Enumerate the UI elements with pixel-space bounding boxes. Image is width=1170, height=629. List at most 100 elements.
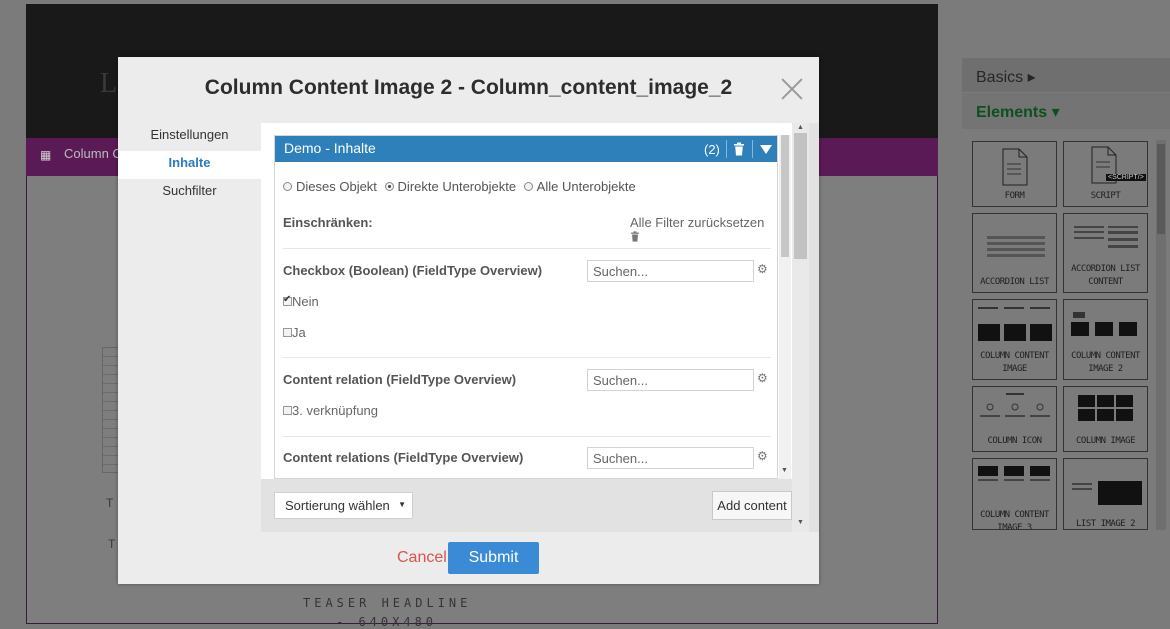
checkbox-icon[interactable] bbox=[283, 328, 292, 337]
tile-column-content-image[interactable]: COLUMN CONTENT IMAGE bbox=[972, 299, 1057, 380]
scroll-down-arrow-icon[interactable]: ▼ bbox=[797, 519, 804, 526]
collapse-caret-icon[interactable] bbox=[760, 145, 772, 154]
basics-label: Basics ▸ bbox=[976, 69, 1036, 86]
page-left-margin bbox=[0, 0, 26, 624]
filter-title: Content relations (FieldType Overview) bbox=[283, 450, 524, 465]
radio-button-selected-icon[interactable] bbox=[384, 182, 394, 191]
content-panel: Demo - Inhalte (2) Dieses Objekt Direkte… bbox=[274, 135, 778, 479]
checkbox-label: Ja bbox=[292, 325, 306, 340]
divider bbox=[283, 436, 771, 437]
tab-einstellungen[interactable]: Einstellungen bbox=[118, 123, 261, 151]
tile-label: ACCORDION LIST bbox=[980, 277, 1049, 287]
filter-search-input[interactable] bbox=[587, 260, 754, 282]
trash-icon bbox=[631, 231, 639, 242]
tile-label: FORM bbox=[1004, 191, 1025, 201]
checkbox-label: 3. verknüpfung bbox=[292, 403, 379, 418]
radio-direkte-unterobjekte[interactable]: Direkte Unterobjekte bbox=[384, 179, 516, 194]
column-content-image-preview bbox=[978, 307, 1052, 341]
column-image-preview bbox=[1078, 395, 1133, 421]
sidebar-scrollbar-thumb[interactable] bbox=[1157, 144, 1165, 234]
close-icon[interactable] bbox=[778, 75, 806, 103]
filter-option-verknuepfung[interactable]: 3. verknüpfung bbox=[283, 403, 378, 418]
filter-title: Checkbox (Boolean) (FieldType Overview) bbox=[283, 263, 543, 278]
scope-radio-group: Dieses Objekt Direkte Unterobjekte Alle … bbox=[283, 179, 640, 194]
list-image-2-preview bbox=[1072, 481, 1142, 505]
grid-icon: ▦ bbox=[40, 148, 52, 162]
tile-label: COLUMN CONTENT IMAGE bbox=[980, 351, 1049, 374]
accordion-list-preview bbox=[987, 236, 1045, 257]
reset-filters-link[interactable]: Alle Filter zurücksetzen bbox=[630, 215, 777, 245]
teaser-text-1: T bbox=[106, 496, 117, 510]
radio-alle-unterobjekte[interactable]: Alle Unterobjekte bbox=[523, 179, 636, 194]
tile-label: COLUMN IMAGE bbox=[1075, 436, 1136, 446]
filter-title: Content relation (FieldType Overview) bbox=[283, 372, 517, 387]
header-divider bbox=[752, 140, 753, 158]
filter-option-nein[interactable]: Nein bbox=[283, 294, 319, 309]
gear-icon[interactable]: ⚙ bbox=[757, 371, 768, 385]
panel-header[interactable]: Demo - Inhalte (2) bbox=[275, 136, 777, 162]
cancel-button[interactable]: Cancel bbox=[397, 549, 447, 567]
tile-column-icon[interactable]: COLUMN ICON bbox=[972, 386, 1057, 452]
tile-list-image-2[interactable]: LIST IMAGE 2 bbox=[1063, 458, 1148, 530]
sort-select-value: Sortierung wählen bbox=[285, 498, 390, 513]
tile-script[interactable]: <SCRIPT/> SCRIPT bbox=[1063, 141, 1148, 207]
element-toolbar-label: Column C bbox=[64, 146, 122, 161]
column-icon-preview bbox=[980, 393, 1050, 417]
checkbox-checked-icon[interactable] bbox=[283, 294, 292, 306]
accordion-list-content-preview bbox=[1074, 226, 1138, 248]
sort-select[interactable]: Sortierung wählen ▼ bbox=[274, 492, 413, 519]
radio-dieses-objekt[interactable]: Dieses Objekt bbox=[283, 179, 377, 194]
dropdown-arrow-icon: ▼ bbox=[398, 500, 406, 509]
restrict-heading: Einschränken: bbox=[283, 215, 373, 230]
teaser-text-2: T bbox=[108, 537, 116, 551]
tab-content: Demo - Inhalte (2) Dieses Objekt Direkte… bbox=[261, 123, 819, 532]
content-scrollbar-thumb[interactable] bbox=[794, 133, 807, 259]
dialog-tabs: Einstellungen Inhalte Suchfilter bbox=[118, 123, 261, 207]
gear-icon[interactable]: ⚙ bbox=[757, 262, 768, 276]
trash-icon[interactable] bbox=[733, 142, 745, 156]
panel-scrollbar[interactable]: ▼ bbox=[779, 135, 791, 479]
tab-suchfilter[interactable]: Suchfilter bbox=[118, 179, 261, 207]
add-content-button[interactable]: Add content bbox=[712, 491, 792, 520]
page-header-logo: L bbox=[100, 68, 118, 99]
tile-column-content-image-2[interactable]: COLUMN CONTENT IMAGE 2 bbox=[1063, 299, 1148, 380]
tile-accordion-list[interactable]: ACCORDION LIST bbox=[972, 213, 1057, 293]
checkbox-label: Nein bbox=[292, 294, 319, 309]
filter-option-ja[interactable]: Ja bbox=[283, 325, 306, 340]
basics-section-header[interactable]: Basics ▸ bbox=[962, 58, 1170, 92]
tile-label: COLUMN CONTENT IMAGE 3 bbox=[980, 510, 1049, 530]
elements-section-header[interactable]: Elements ▾ bbox=[962, 93, 1170, 129]
panel-title: Demo - Inhalte bbox=[284, 140, 376, 156]
content-scrollbar[interactable]: ▲ ▼ bbox=[792, 123, 809, 532]
submit-button[interactable]: Submit bbox=[448, 542, 539, 574]
divider bbox=[283, 357, 771, 358]
filter-search-input[interactable] bbox=[587, 447, 754, 469]
header-divider bbox=[726, 140, 727, 158]
panel-scrollbar-thumb[interactable] bbox=[781, 135, 789, 257]
radio-button-icon[interactable] bbox=[283, 182, 292, 191]
scroll-down-arrow-icon[interactable]: ▼ bbox=[781, 467, 788, 474]
column-content-image-2-preview bbox=[1071, 312, 1137, 336]
script-badge: <SCRIPT/> bbox=[1106, 174, 1146, 181]
tile-column-image[interactable]: COLUMN IMAGE bbox=[1063, 386, 1148, 452]
item-count-badge: (2) bbox=[704, 142, 720, 157]
divider bbox=[283, 248, 771, 249]
tile-label: COLUMN CONTENT IMAGE 2 bbox=[1071, 351, 1140, 374]
tile-form[interactable]: FORM bbox=[972, 141, 1057, 207]
content-scroll-area: Demo - Inhalte (2) Dieses Objekt Direkte… bbox=[261, 123, 792, 479]
radio-label: Alle Unterobjekte bbox=[536, 179, 636, 194]
tile-accordion-list-content[interactable]: ACCORDION LIST CONTENT bbox=[1063, 213, 1148, 293]
reset-filters-label: Alle Filter zurücksetzen bbox=[630, 215, 765, 230]
gear-icon[interactable]: ⚙ bbox=[757, 449, 768, 463]
radio-label: Dieses Objekt bbox=[296, 179, 377, 194]
tile-column-content-image-3[interactable]: COLUMN CONTENT IMAGE 3 bbox=[972, 458, 1057, 530]
scroll-up-arrow-icon[interactable]: ▲ bbox=[797, 124, 804, 131]
tile-label: LIST IMAGE 2 bbox=[1075, 519, 1136, 529]
elements-label: Elements ▾ bbox=[976, 104, 1060, 121]
tab-inhalte[interactable]: Inhalte bbox=[118, 151, 261, 179]
edit-element-dialog: Column Content Image 2 - Column_content_… bbox=[118, 57, 819, 584]
tile-label: COLUMN ICON bbox=[987, 436, 1042, 446]
filter-search-input[interactable] bbox=[587, 369, 754, 391]
radio-button-icon[interactable] bbox=[523, 182, 533, 191]
checkbox-icon[interactable] bbox=[283, 406, 292, 415]
